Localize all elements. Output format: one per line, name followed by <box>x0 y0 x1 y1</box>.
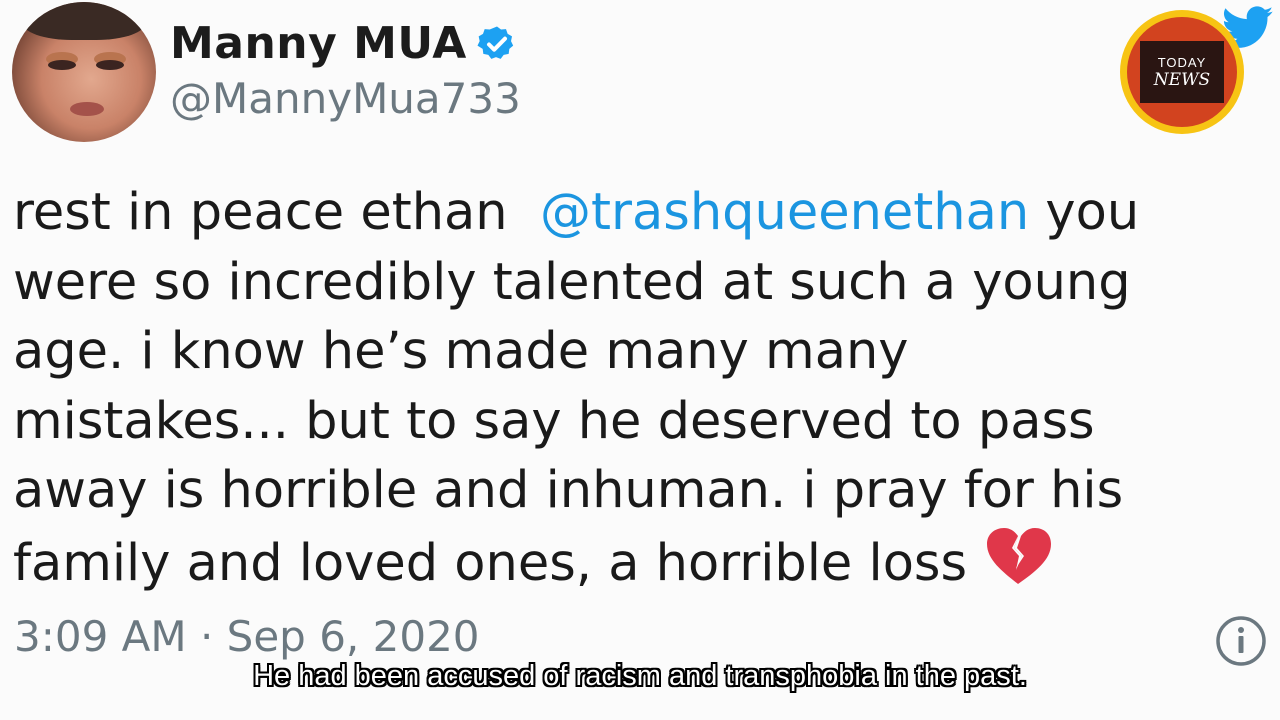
broken-heart-icon <box>987 527 1052 584</box>
logo-line-1: TODAY <box>1157 54 1207 70</box>
profile-avatar[interactable] <box>12 2 156 142</box>
today-news-logo: TODAY NEWS <box>1120 10 1244 134</box>
mention-link[interactable]: @trashqueenethan <box>540 183 1029 242</box>
verified-badge-icon <box>477 26 514 59</box>
video-subtitle: He had been accused of racism and transp… <box>253 660 1027 692</box>
tweet-text-part-1: rest in peace ethan <box>13 183 541 242</box>
author-name-row: Manny MUA <box>170 18 517 69</box>
author-handle[interactable]: @MannyMua733 <box>170 74 521 123</box>
tweet-timestamp[interactable]: 3:09 AM · Sep 6, 2020 <box>14 612 480 661</box>
logo-line-2: NEWS <box>1153 69 1211 90</box>
display-name[interactable]: Manny MUA <box>170 18 467 69</box>
tweet-text-part-2: you were so incredibly talented at such … <box>13 183 1140 593</box>
tweet-text: rest in peace ethan @trashqueenethan you… <box>13 178 1263 598</box>
